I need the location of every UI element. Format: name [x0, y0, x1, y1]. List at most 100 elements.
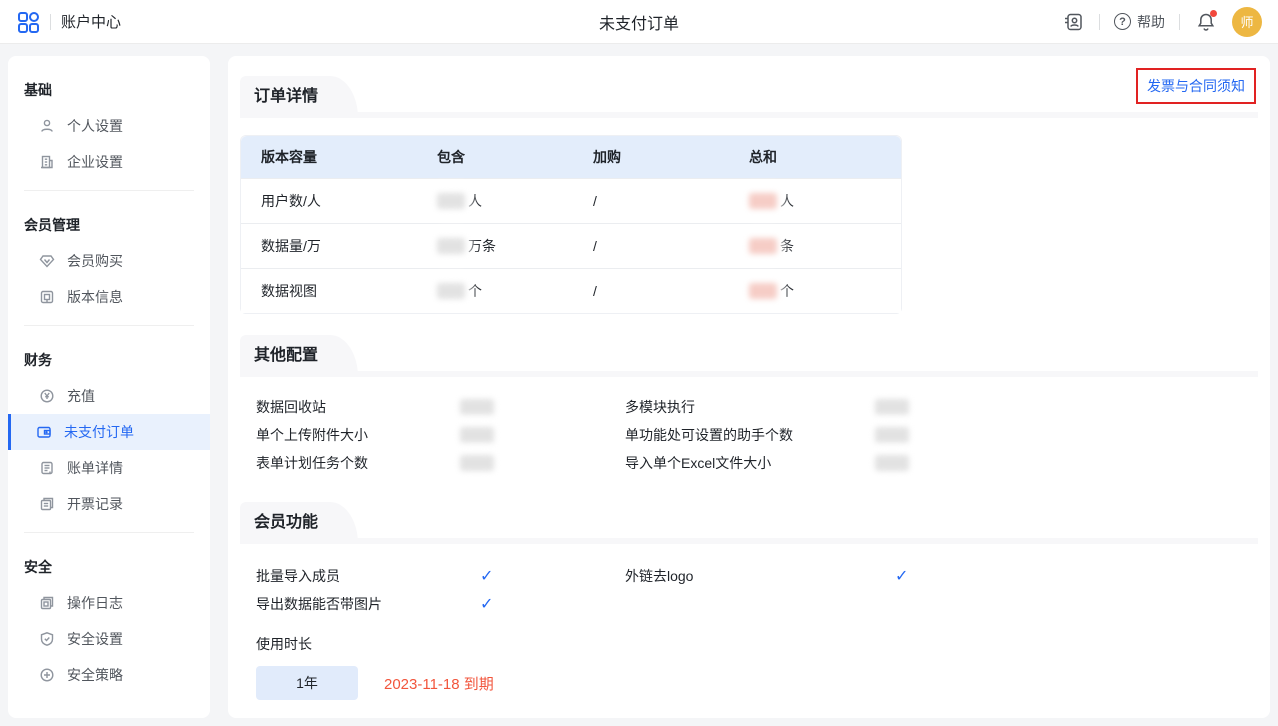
sidebar-item-label: 版本信息 [67, 287, 123, 307]
table-row: 用户数/人 人 / 人 [241, 178, 901, 223]
building-icon [39, 154, 55, 170]
sidebar-section-membership: 会员管理 [8, 201, 210, 243]
row-name: 数据量/万 [241, 223, 417, 268]
notification-dot [1210, 10, 1217, 17]
sidebar-item-label: 充值 [67, 386, 95, 406]
config-label: 单功能处可设置的助手个数 [625, 421, 875, 449]
sidebar-item-member-purchase[interactable]: 会员购买 [8, 243, 210, 279]
col-header-addon: 加购 [573, 136, 729, 178]
col-header-capacity: 版本容量 [241, 136, 417, 178]
header-strip [240, 371, 1258, 377]
config-label: 导入单个Excel文件大小 [625, 449, 875, 477]
member-features-header: 会员功能 [240, 502, 1258, 544]
sidebar-item-security-policy[interactable]: 安全策略 [8, 657, 210, 693]
sidebar-item-recharge[interactable]: 充值 [8, 378, 210, 414]
table-row: 数据量/万 万条 / 条 [241, 223, 901, 268]
shield-check-icon [39, 631, 55, 647]
divider [50, 14, 51, 30]
sidebar-item-label: 企业设置 [67, 152, 123, 172]
bill-icon [39, 460, 55, 476]
expiry-date: 2023-11-18 到期 [384, 673, 494, 694]
bell-icon[interactable] [1194, 10, 1218, 34]
header-strip [240, 112, 1258, 118]
header-strip [240, 538, 1258, 544]
help-icon: ? [1114, 13, 1131, 30]
sidebar-item-personal-settings[interactable]: 个人设置 [8, 108, 210, 144]
total-value: 人 [729, 178, 901, 223]
sidebar-section-basic: 基础 [8, 66, 210, 108]
total-value: 个 [729, 268, 901, 313]
capacity-table: 版本容量 包含 加购 总和 用户数/人 人 / 人 数据量/万 万条 / 条 数… [240, 135, 902, 314]
wallet-icon [36, 424, 52, 440]
redacted-value [437, 238, 465, 254]
redacted-value [460, 427, 494, 443]
duration-row: 1年 2023-11-18 到期 [256, 666, 1258, 700]
other-config-title: 其他配置 [240, 335, 330, 377]
recharge-icon [39, 388, 55, 404]
sidebar-item-unpaid-orders[interactable]: 未支付订单 [8, 414, 210, 450]
invoice-contract-notice-link[interactable]: 发票与合同须知 [1147, 78, 1245, 94]
sidebar-item-label: 安全设置 [67, 629, 123, 649]
feature-label: 外链去logo [625, 562, 875, 590]
addon-value: / [573, 268, 729, 313]
member-features-grid: 批量导入成员 ✓ 外链去logo ✓ 导出数据能否带图片 ✓ [256, 562, 1258, 618]
addon-value: / [573, 223, 729, 268]
sidebar-item-label: 个人设置 [67, 116, 123, 136]
invoice-icon [39, 496, 55, 512]
redacted-value [437, 193, 465, 209]
feature-label: 批量导入成员 [256, 562, 460, 590]
sidebar-item-label: 账单详情 [67, 458, 123, 478]
sidebar-section-security: 安全 [8, 543, 210, 585]
addon-value: / [573, 178, 729, 223]
other-config-header: 其他配置 [240, 335, 1258, 377]
topbar-right: ? 帮助 师 [1061, 7, 1262, 37]
spacer [625, 590, 875, 618]
redacted-value [749, 193, 777, 209]
user-icon [39, 118, 55, 134]
redacted-value [460, 399, 494, 415]
config-value [875, 393, 1075, 421]
config-value [875, 421, 1075, 449]
config-label: 单个上传附件大小 [256, 421, 460, 449]
sidebar-item-enterprise-settings[interactable]: 企业设置 [8, 144, 210, 180]
redacted-value [875, 455, 909, 471]
help-button[interactable]: ? 帮助 [1114, 12, 1165, 32]
annotation-red-box: 发票与合同须知 [1136, 68, 1256, 104]
main-content: 订单详情 发票与合同须知 版本容量 包含 加购 总和 用户数/人 人 / 人 数… [228, 56, 1270, 718]
sidebar-item-invoice-records[interactable]: 开票记录 [8, 486, 210, 522]
top-bar: 账户中心 未支付订单 ? 帮助 师 [0, 0, 1278, 44]
sidebar-divider [24, 325, 194, 326]
order-detail-header: 订单详情 发票与合同须知 [240, 76, 1258, 118]
divider [1179, 14, 1180, 30]
row-name: 数据视图 [241, 268, 417, 313]
version-icon [39, 289, 55, 305]
avatar[interactable]: 师 [1232, 7, 1262, 37]
included-value: 人 [417, 178, 573, 223]
sidebar-item-operation-log[interactable]: 操作日志 [8, 585, 210, 621]
total-value: 条 [729, 223, 901, 268]
check-icon: ✓ [460, 590, 625, 618]
sidebar: 基础 个人设置 企业设置 会员管理 会员购买 [8, 56, 210, 718]
check-icon: ✓ [460, 562, 625, 590]
sidebar-item-security-settings[interactable]: 安全设置 [8, 621, 210, 657]
config-label: 数据回收站 [256, 393, 460, 421]
gem-icon [39, 253, 55, 269]
order-detail-title: 订单详情 [240, 76, 330, 118]
org-directory-icon[interactable] [1061, 10, 1085, 34]
grid-logo-icon[interactable] [16, 10, 40, 34]
included-value: 万条 [417, 223, 573, 268]
config-label: 表单计划任务个数 [256, 449, 460, 477]
sidebar-item-bill-details[interactable]: 账单详情 [8, 450, 210, 486]
redacted-value [460, 455, 494, 471]
included-value: 个 [417, 268, 573, 313]
duration-1year-button[interactable]: 1年 [256, 666, 358, 700]
divider [1099, 14, 1100, 30]
config-value [460, 449, 625, 477]
check-icon: ✓ [875, 562, 1075, 590]
redacted-value [875, 399, 909, 415]
sidebar-item-version-info[interactable]: 版本信息 [8, 279, 210, 315]
config-value [460, 393, 625, 421]
config-value [460, 421, 625, 449]
table-row: 数据视图 个 / 个 [241, 268, 901, 313]
redacted-value [749, 238, 777, 254]
